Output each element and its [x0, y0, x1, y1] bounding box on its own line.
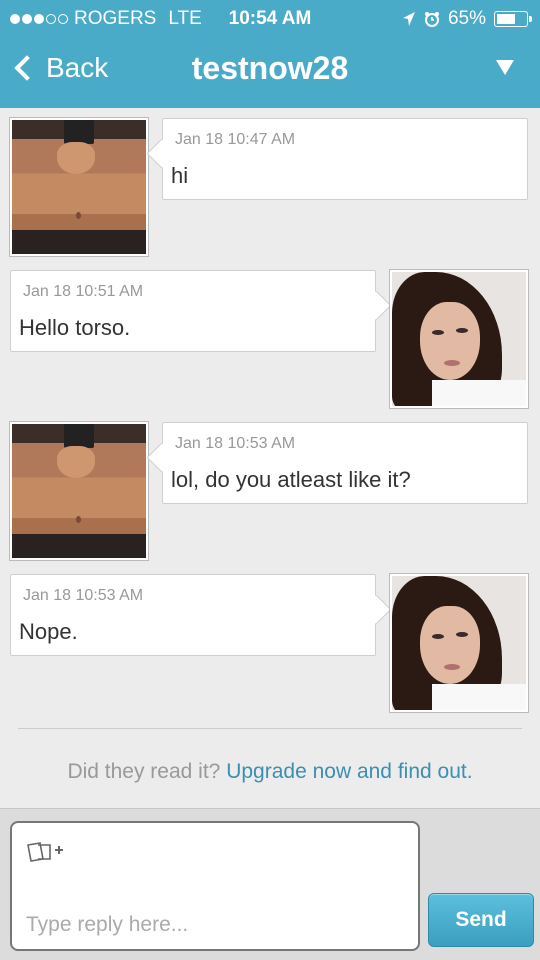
- message-timestamp: Jan 18 10:47 AM: [175, 131, 296, 148]
- message-thread: Jan 18 10:47 AM hi Jan 18 10:51 AM Hello…: [0, 108, 540, 808]
- alarm-icon: [424, 12, 439, 27]
- message-timestamp: Jan 18 10:53 AM: [23, 587, 144, 604]
- message-timestamp: Jan 18 10:53 AM: [175, 435, 296, 452]
- conversation-title: testnow28: [191, 50, 349, 86]
- reply-composer: Send: [0, 808, 540, 960]
- upgrade-link[interactable]: Upgrade now and find out.: [226, 760, 472, 783]
- battery-icon: [494, 11, 532, 27]
- read-receipt-upsell: Did they read it? Upgrade now and find o…: [0, 760, 540, 784]
- recipient-avatar[interactable]: [390, 574, 528, 712]
- message-text: Nope.: [19, 619, 78, 644]
- location-icon: [402, 12, 415, 26]
- divider: [18, 728, 522, 729]
- sender-avatar[interactable]: [10, 118, 148, 256]
- message-text: lol, do you atleast like it?: [171, 467, 411, 492]
- recipient-avatar[interactable]: [390, 270, 528, 408]
- message-bubble: Jan 18 10:53 AM lol, do you atleast like…: [162, 422, 528, 504]
- sender-avatar[interactable]: [10, 422, 148, 560]
- message-timestamp: Jan 18 10:51 AM: [23, 283, 144, 300]
- status-bar: ROGERS LTE 10:54 AM 65%: [0, 6, 540, 32]
- nav-bar: Back testnow28: [0, 40, 540, 104]
- reply-input[interactable]: [26, 907, 406, 943]
- dropdown-triangle-icon[interactable]: [496, 60, 514, 75]
- battery-percent: 65%: [447, 8, 486, 29]
- message-text: hi: [171, 163, 189, 188]
- message-bubble: Jan 18 10:53 AM Nope.: [10, 574, 376, 656]
- message-text: Hello torso.: [19, 315, 131, 340]
- battery-level-fill: [497, 14, 516, 24]
- send-button[interactable]: Send: [428, 893, 534, 947]
- message-bubble: Jan 18 10:47 AM hi: [162, 118, 528, 200]
- upsell-prompt: Did they read it?: [67, 760, 221, 783]
- reply-box[interactable]: [10, 821, 420, 951]
- app-header: ROGERS LTE 10:54 AM 65% Back testnow28: [0, 0, 540, 108]
- message-bubble: Jan 18 10:51 AM Hello torso.: [10, 270, 376, 352]
- add-photo-icon[interactable]: [26, 839, 70, 865]
